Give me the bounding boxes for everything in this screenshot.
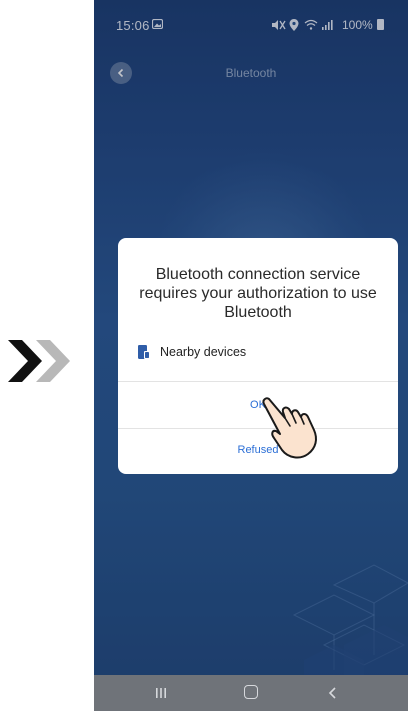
phone-screen: 15:06 100% Bluetooth Bluetooth connectio…	[94, 0, 408, 711]
dialog-message: Bluetooth connection service requires yo…	[139, 266, 377, 321]
back-icon[interactable]	[327, 685, 339, 701]
home-icon[interactable]	[244, 685, 258, 699]
double-chevron-icon	[8, 340, 70, 382]
system-nav-bar	[94, 675, 408, 711]
nearby-devices-icon	[138, 345, 150, 359]
instruction-figure: 15:06 100% Bluetooth Bluetooth connectio…	[0, 0, 418, 711]
pointing-hand-icon	[262, 397, 317, 459]
recents-icon[interactable]	[154, 686, 168, 700]
permission-item: Nearby devices	[138, 342, 246, 362]
permission-label: Nearby devices	[160, 345, 247, 359]
